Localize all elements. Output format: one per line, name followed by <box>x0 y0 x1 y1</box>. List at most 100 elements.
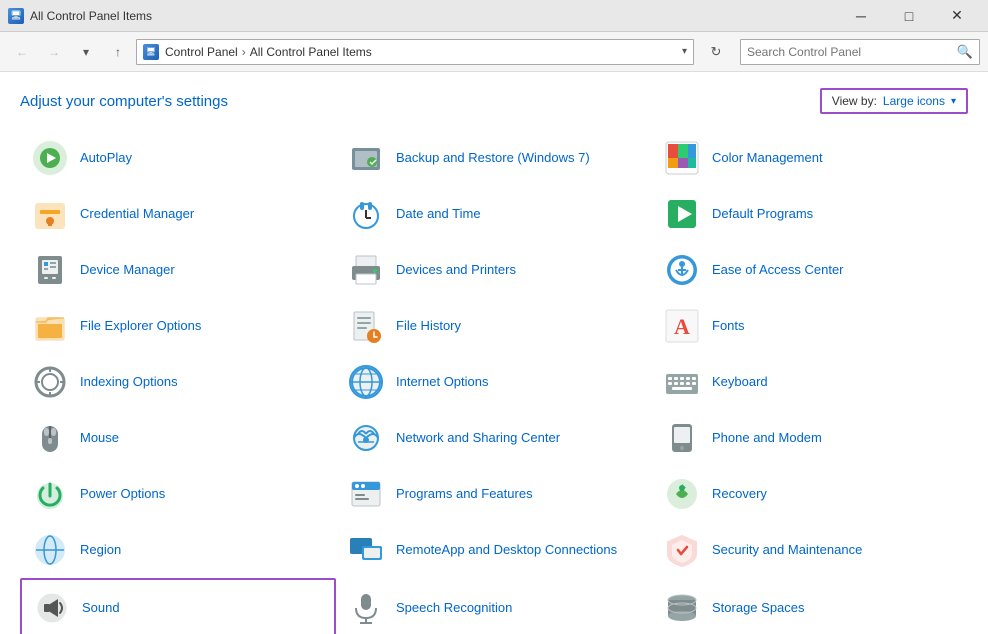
panel-item-label-indexing: Indexing Options <box>80 374 178 391</box>
search-input[interactable] <box>747 45 957 59</box>
remoteapp-icon <box>346 530 386 570</box>
panel-item-network-sharing[interactable]: Network and Sharing Center <box>336 410 652 466</box>
forward-button[interactable]: → <box>40 38 68 66</box>
internet-icon <box>346 362 386 402</box>
title-bar-left: 🖥 All Control Panel Items <box>8 8 152 24</box>
panel-item-programs-features[interactable]: Programs and Features <box>336 466 652 522</box>
recovery-icon <box>662 474 702 514</box>
back-button[interactable]: ← <box>8 38 36 66</box>
mouse-icon <box>30 418 70 458</box>
panel-item-label-mouse: Mouse <box>80 430 119 447</box>
panel-item-autoplay[interactable]: AutoPlay <box>20 130 336 186</box>
panel-item-fonts[interactable]: A Fonts <box>652 298 968 354</box>
panel-item-sound[interactable]: Sound <box>20 578 336 634</box>
panel-item-label-speech-recognition: Speech Recognition <box>396 600 512 617</box>
panel-item-file-explorer[interactable]: File Explorer Options <box>20 298 336 354</box>
panel-item-label-file-explorer: File Explorer Options <box>80 318 201 335</box>
address-bar[interactable]: 🖥 Control Panel › All Control Panel Item… <box>136 39 694 65</box>
panel-item-label-phone-modem: Phone and Modem <box>712 430 822 447</box>
fonts-icon: A <box>662 306 702 346</box>
panel-item-ease-access[interactable]: Ease of Access Center <box>652 242 968 298</box>
panel-item-backup-restore[interactable]: Backup and Restore (Windows 7) <box>336 130 652 186</box>
panel-item-power-options[interactable]: Power Options <box>20 466 336 522</box>
panel-item-label-security-maintenance: Security and Maintenance <box>712 542 862 559</box>
autoplay-icon <box>30 138 70 178</box>
credential-icon <box>30 194 70 234</box>
title-bar: 🖥 All Control Panel Items ─ □ ✕ <box>0 0 988 32</box>
panel-item-label-keyboard: Keyboard <box>712 374 768 391</box>
panel-item-file-history[interactable]: File History <box>336 298 652 354</box>
filehistory-icon <box>346 306 386 346</box>
search-bar[interactable]: 🔍 <box>740 39 980 65</box>
panel-item-label-devices-printers: Devices and Printers <box>396 262 516 279</box>
items-grid: AutoPlay Backup and Restore (Windows 7)Co… <box>20 130 968 634</box>
panel-item-default-programs[interactable]: Default Programs <box>652 186 968 242</box>
panel-item-label-fonts: Fonts <box>712 318 745 335</box>
indexing-icon <box>30 362 70 402</box>
defaultprog-icon <box>662 194 702 234</box>
panel-item-device-manager[interactable]: Device Manager <box>20 242 336 298</box>
panel-item-storage-spaces[interactable]: Storage Spaces <box>652 578 968 634</box>
panel-item-label-programs-features: Programs and Features <box>396 486 533 503</box>
view-by-control[interactable]: View by: Large icons ▾ <box>820 88 968 114</box>
security-icon <box>662 530 702 570</box>
maximize-button[interactable]: □ <box>886 2 932 30</box>
view-by-arrow-icon[interactable]: ▾ <box>951 96 956 107</box>
svg-text:A: A <box>674 314 690 339</box>
address-icon: 🖥 <box>143 44 159 60</box>
panel-item-label-default-programs: Default Programs <box>712 206 813 223</box>
panel-item-internet-options[interactable]: Internet Options <box>336 354 652 410</box>
address-chevron-icon[interactable]: ▾ <box>682 46 687 57</box>
color-icon <box>662 138 702 178</box>
panel-item-label-internet-options: Internet Options <box>396 374 489 391</box>
panel-item-color-management[interactable]: Color Management <box>652 130 968 186</box>
panel-item-label-ease-access: Ease of Access Center <box>712 262 844 279</box>
phone-icon <box>662 418 702 458</box>
panel-item-security-maintenance[interactable]: Security and Maintenance <box>652 522 968 578</box>
minimize-button[interactable]: ─ <box>838 2 884 30</box>
window-title: All Control Panel Items <box>30 9 152 23</box>
panel-item-keyboard[interactable]: Keyboard <box>652 354 968 410</box>
refresh-button[interactable]: ↻ <box>702 39 730 65</box>
keyboard-icon <box>662 362 702 402</box>
up-button[interactable]: ↑ <box>104 38 132 66</box>
panel-item-remoteapp[interactable]: RemoteApp and Desktop Connections <box>336 522 652 578</box>
sound-icon <box>32 588 72 628</box>
panel-item-label-device-manager: Device Manager <box>80 262 175 279</box>
page-heading: Adjust your computer's settings <box>20 93 228 110</box>
address-part-2: All Control Panel Items <box>250 45 372 59</box>
panel-item-date-time[interactable]: Date and Time <box>336 186 652 242</box>
backup-icon <box>346 138 386 178</box>
search-icon[interactable]: 🔍 <box>957 44 973 60</box>
panel-item-label-recovery: Recovery <box>712 486 767 503</box>
close-button[interactable]: ✕ <box>934 2 980 30</box>
panel-item-region[interactable]: Region <box>20 522 336 578</box>
app-icon: 🖥 <box>8 8 24 24</box>
content-area: Adjust your computer's settings View by:… <box>0 72 988 634</box>
panel-item-label-autoplay: AutoPlay <box>80 150 132 167</box>
panel-item-indexing[interactable]: Indexing Options <box>20 354 336 410</box>
panel-item-label-sound: Sound <box>82 600 120 617</box>
panel-item-mouse[interactable]: Mouse <box>20 410 336 466</box>
recent-button[interactable]: ▾ <box>72 38 100 66</box>
speech-icon <box>346 588 386 628</box>
panel-item-label-file-history: File History <box>396 318 461 335</box>
address-separator: › <box>242 45 246 59</box>
view-by-label: View by: <box>832 94 877 108</box>
fileexplorer-icon <box>30 306 70 346</box>
panel-item-label-date-time: Date and Time <box>396 206 481 223</box>
panel-item-credential-manager[interactable]: Credential Manager <box>20 186 336 242</box>
nav-bar: ← → ▾ ↑ 🖥 Control Panel › All Control Pa… <box>0 32 988 72</box>
panel-item-label-credential-manager: Credential Manager <box>80 206 194 223</box>
view-by-value[interactable]: Large icons <box>883 94 945 108</box>
region-icon <box>30 530 70 570</box>
panel-item-devices-printers[interactable]: Devices and Printers <box>336 242 652 298</box>
programs-icon <box>346 474 386 514</box>
panel-item-recovery[interactable]: Recovery <box>652 466 968 522</box>
panel-item-speech-recognition[interactable]: Speech Recognition <box>336 578 652 634</box>
panel-item-label-remoteapp: RemoteApp and Desktop Connections <box>396 542 617 559</box>
content-header: Adjust your computer's settings View by:… <box>20 88 968 114</box>
panel-item-phone-modem[interactable]: Phone and Modem <box>652 410 968 466</box>
printer-icon <box>346 250 386 290</box>
address-part-1: Control Panel <box>165 45 238 59</box>
